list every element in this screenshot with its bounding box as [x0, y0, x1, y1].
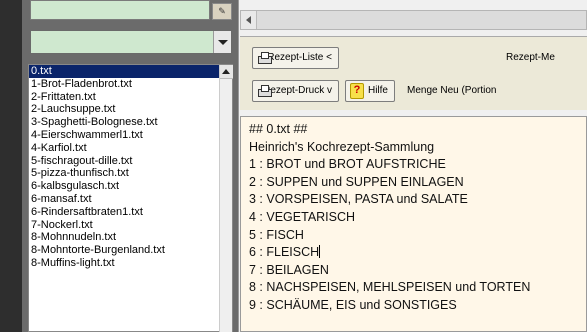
editor-line: 8 : NACHSPEISEN, MEHLSPEISEN und TORTEN [249, 279, 586, 297]
recipe-list-button[interactable]: Rezept-Liste < [252, 47, 339, 69]
editor-line: 3 : VORSPEISEN, PASTA und SALATE [249, 191, 586, 209]
file-list-scrollbar[interactable] [219, 65, 233, 332]
file-list-item[interactable]: 4-Karfiol.txt [29, 142, 232, 155]
editor-line: 4 : VEGETARISCH [249, 209, 586, 227]
editor-line-text: 6 : FLEISCH [249, 245, 320, 260]
file-list-item[interactable]: 1-Brot-Fladenbrot.txt [29, 78, 232, 91]
recipe-print-label: Rezept-Druck v [263, 85, 332, 96]
editor-line-text: 8 : NACHSPEISEN, MEHLSPEISEN und TORTEN [249, 280, 531, 295]
file-list-item[interactable]: 6-mansaf.txt [29, 193, 232, 206]
file-list-item[interactable]: 5-fischragout-dille.txt [29, 155, 232, 168]
text-caret [319, 245, 321, 259]
editor-line: ## 0.txt ## [249, 121, 586, 139]
file-list[interactable]: 0.txt 1-Brot-Fladenbrot.txt 2-Frittaten.tx… [28, 64, 233, 332]
help-button[interactable]: ? Hilfe [345, 80, 395, 102]
file-list-item[interactable]: 2-Frittaten.txt [29, 91, 232, 104]
left-edge-strip [0, 0, 22, 332]
editor-line-text: 3 : VORSPEISEN, PASTA und SALATE [249, 192, 468, 207]
grip-handle [3, 284, 13, 324]
recipe-print-button[interactable]: Rezept-Druck v [252, 80, 339, 102]
file-list-item[interactable]: 2-Lauchsuppe.txt [29, 103, 232, 116]
file-list-item[interactable]: 3-Spaghetti-Bolognese.txt [29, 116, 232, 129]
editor-line-text: 1 : BROT und BROT AUFSTRICHE [249, 157, 446, 172]
editor-line: 6 : FLEISCH [249, 244, 586, 262]
horizontal-scrollbar[interactable] [240, 10, 587, 30]
edit-icon[interactable]: ✎ [212, 3, 232, 20]
editor-line: 5 : FISCH [249, 227, 586, 245]
editor-line: Heinrich's Kochrezept-Sammlung [249, 139, 586, 157]
file-list-item[interactable]: 8-Muffins-light.txt [29, 257, 232, 270]
file-list-item[interactable]: 7-Nockerl.txt [29, 219, 232, 232]
recipe-list-label: Rezept-Liste < [267, 52, 332, 63]
help-icon: ? [350, 83, 364, 99]
recipe-text-editor[interactable]: ## 0.txt ## Heinrich's Kochrezept-Sammlun… [240, 116, 587, 332]
editor-line: 1 : BROT und BROT AUFSTRICHE [249, 156, 586, 174]
file-list-item[interactable]: 6-Rindersaftbraten1.txt [29, 206, 232, 219]
printer-icon [257, 52, 273, 64]
printer-icon [257, 85, 273, 97]
editor-line: 7 : BEILAGEN [249, 262, 586, 280]
file-list-item[interactable]: 6-kalbsgulasch.txt [29, 180, 232, 193]
editor-line-text: 5 : FISCH [249, 227, 304, 242]
editor-line-text: 2 : SUPPEN und SUPPEN EINLAGEN [249, 174, 464, 189]
file-list-item[interactable]: 8-Mohnnudeln.txt [29, 231, 232, 244]
file-list-item[interactable]: 0.txt [29, 65, 232, 78]
editor-line-text: 4 : VEGETARISCH [249, 209, 356, 224]
editor-line: 2 : SUPPEN und SUPPEN EINLAGEN [249, 174, 586, 192]
recipe-menu-label: Rezept-Me [506, 52, 555, 63]
dropdown-arrow-icon[interactable] [213, 31, 231, 53]
file-list-item[interactable]: 8-Mohntorte-Burgenland.txt [29, 244, 232, 257]
editor-line-text: 7 : BEILAGEN [249, 262, 329, 277]
scroll-left-icon[interactable] [241, 11, 257, 29]
filter-field[interactable] [30, 0, 210, 20]
scroll-up-icon[interactable] [220, 65, 233, 79]
portion-label: Menge Neu (Portion [407, 85, 497, 96]
folder-combo[interactable] [30, 30, 232, 54]
help-label: Hilfe [367, 85, 388, 96]
editor-line-text: 9 : SCHÄUME, EIS und SONSTIGES [249, 297, 457, 312]
editor-line-text: ## 0.txt ## [249, 122, 308, 136]
editor-line-text: Heinrich's Kochrezept-Sammlung [249, 139, 435, 154]
editor-line: 9 : SCHÄUME, EIS und SONSTIGES [249, 297, 586, 315]
file-list-item[interactable]: 5-pizza-thunfisch.txt [29, 167, 232, 180]
file-list-item[interactable]: 4-Eierschwammerl1.txt [29, 129, 232, 142]
